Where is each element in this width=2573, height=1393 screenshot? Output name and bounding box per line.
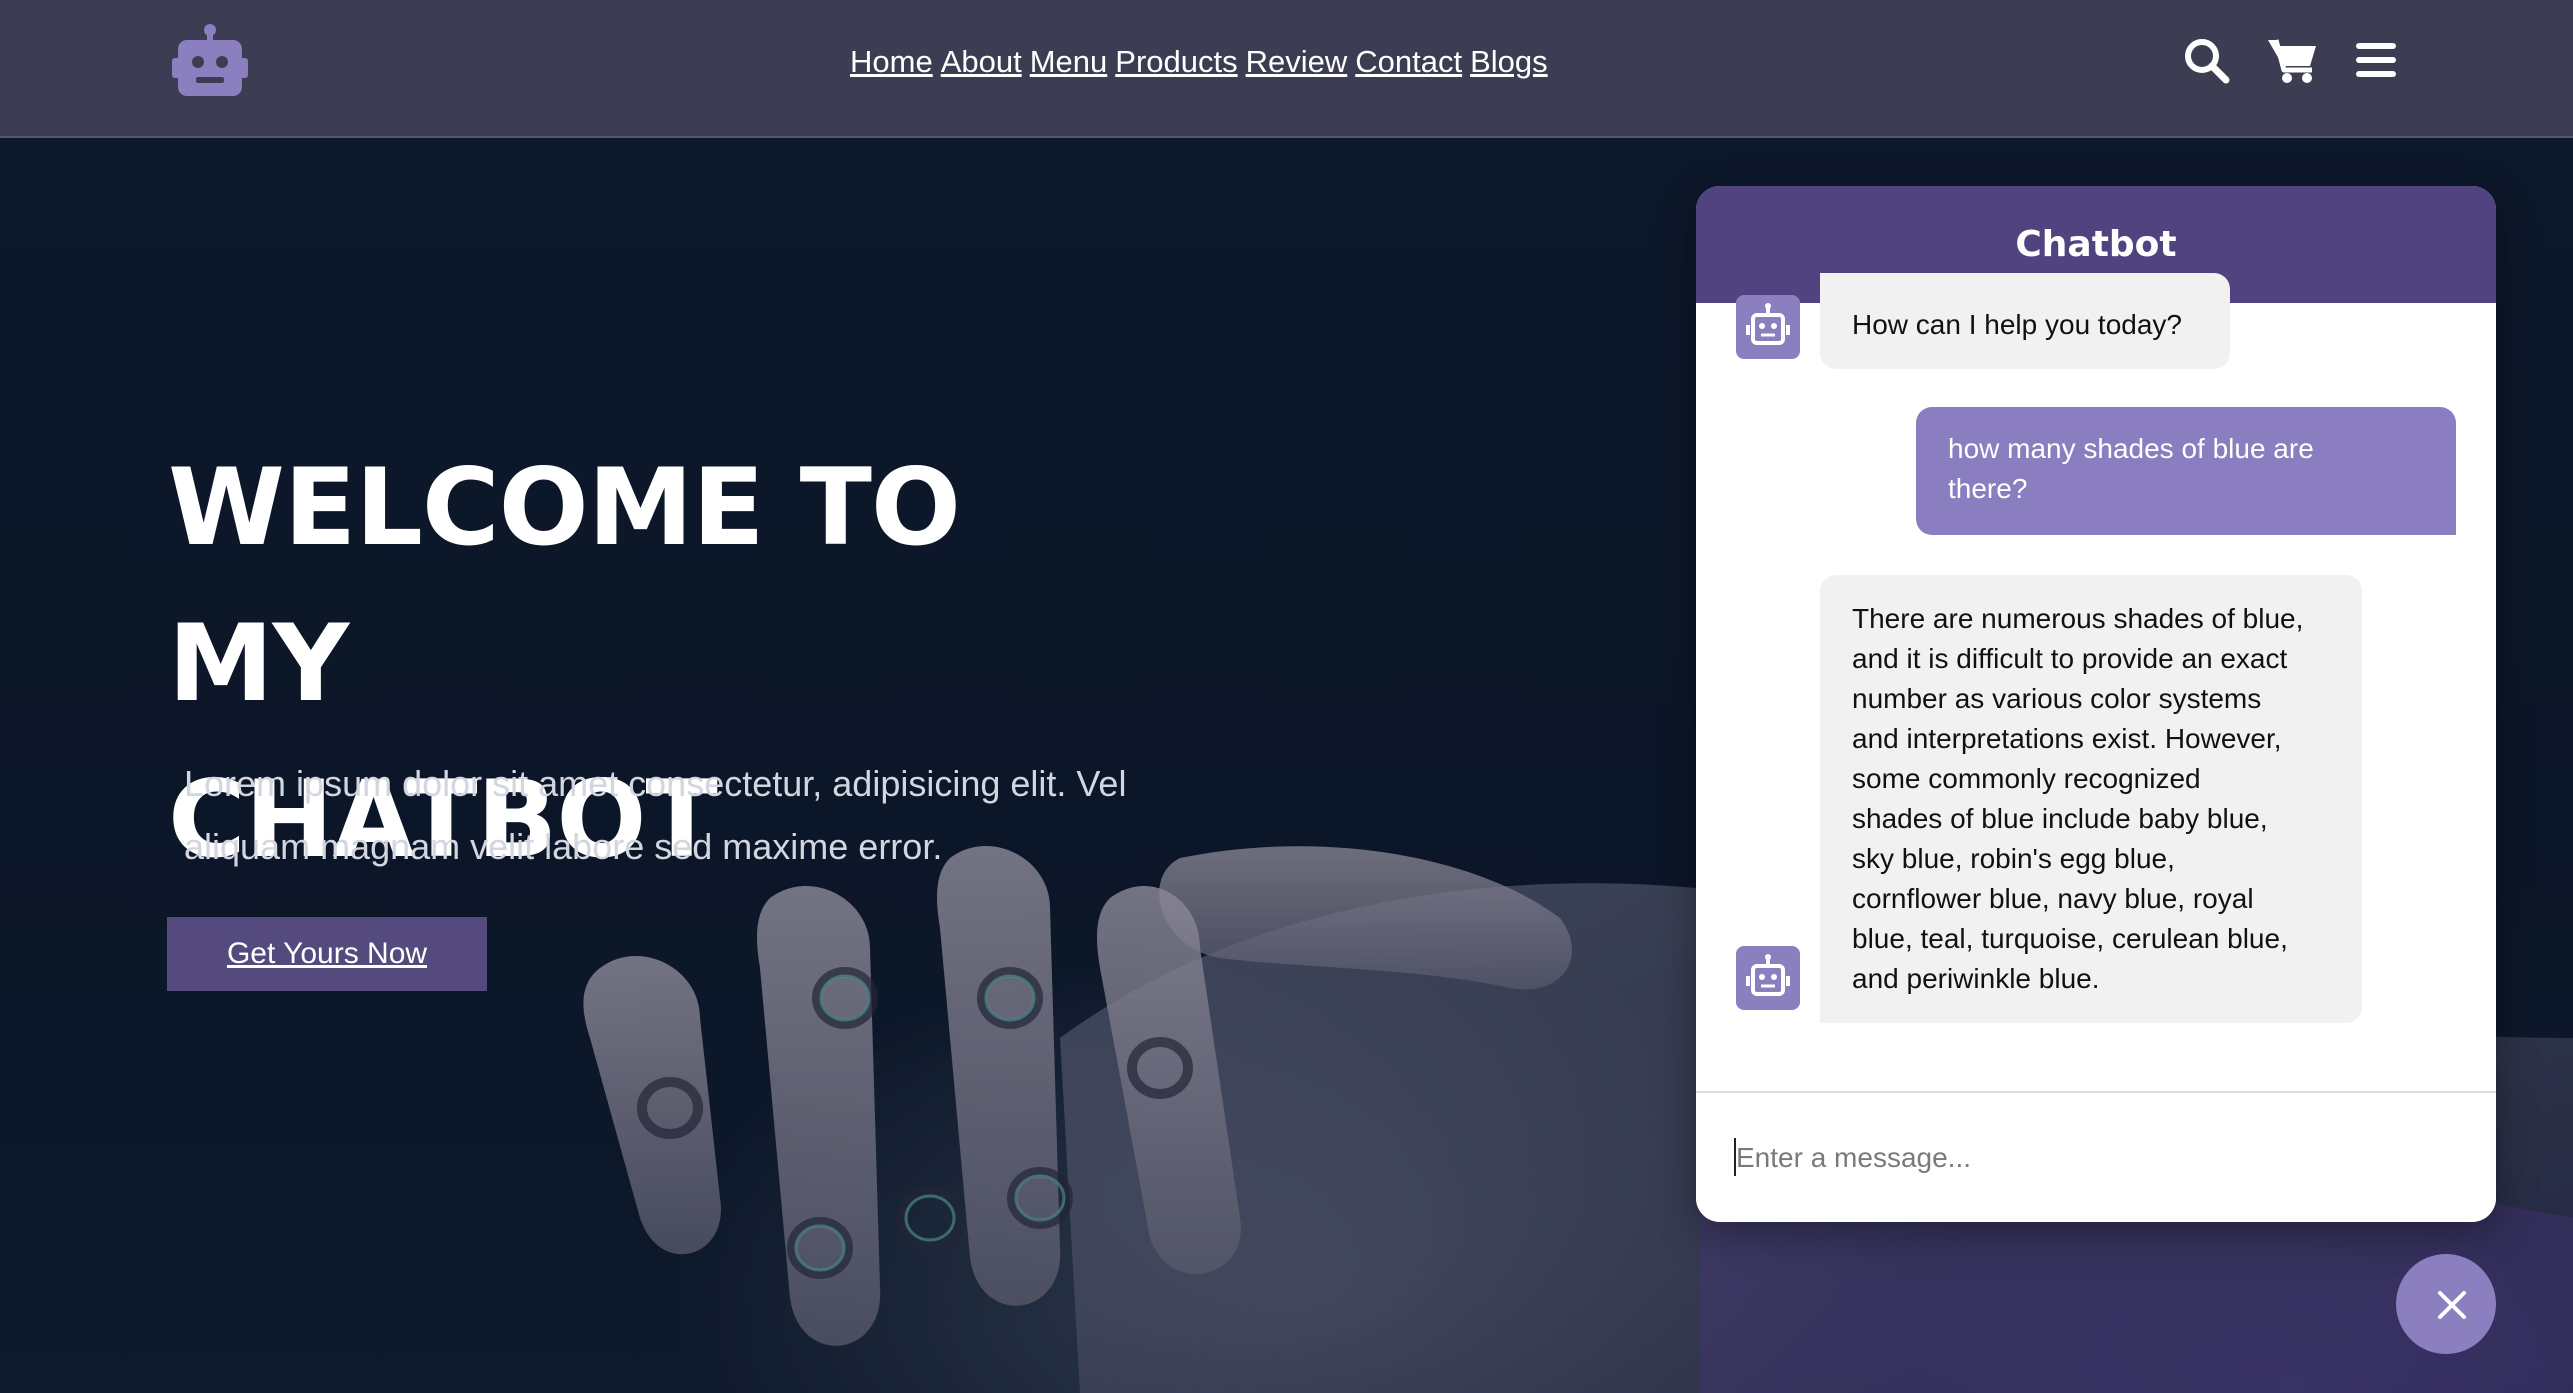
nav-link-blogs[interactable]: Blogs (1470, 44, 1548, 80)
search-icon[interactable] (2182, 36, 2230, 88)
nav-link-products[interactable]: Products (1115, 44, 1237, 80)
close-icon (2438, 1291, 2466, 1319)
menu-icon[interactable] (2356, 42, 2396, 82)
get-yours-now-button[interactable]: Get Yours Now (167, 917, 487, 991)
bot-avatar (1736, 295, 1800, 359)
user-message-line: how many shades of blue are (1948, 433, 2314, 464)
chat-messages[interactable]: How can I help you today? how many shade… (1696, 273, 2496, 1222)
chatbot-window: Chatbot How can I help you today? how ma… (1696, 186, 2496, 1222)
robot-icon[interactable] (172, 22, 248, 98)
main-nav: Home About Menu Products Review Contact … (850, 44, 1548, 80)
bot-avatar (1736, 946, 1800, 1010)
user-message-line: there? (1948, 473, 2028, 504)
bot-message-line: number as various color systems (1852, 683, 2262, 714)
cart-icon[interactable] (2266, 36, 2318, 88)
hero-subtitle: Lorem ipsum dolor sit amet consectetur, … (184, 752, 1244, 878)
close-chat-button[interactable] (2396, 1254, 2496, 1354)
bot-message-line: blue, teal, turquoise, cerulean blue, (1852, 923, 2288, 954)
nav-link-contact[interactable]: Contact (1355, 44, 1462, 80)
bot-message-line: cornflower blue, navy blue, royal (1852, 883, 2254, 914)
robot-icon (1746, 303, 1790, 345)
bot-message-line: There are numerous shades of blue, (1852, 603, 2304, 634)
hero-subtitle-line-1: Lorem ipsum dolor sit amet consectetur, … (184, 763, 1127, 804)
bot-message: There are numerous shades of blue, and i… (1820, 575, 2362, 1023)
robot-icon (1746, 954, 1790, 996)
user-message: how many shades of blue are there? (1916, 407, 2456, 535)
message-input[interactable] (1734, 1129, 2458, 1187)
bot-message-line: and periwinkle blue. (1852, 963, 2100, 994)
text-caret (1734, 1138, 1736, 1176)
bot-message-line: some commonly recognized (1852, 763, 2201, 794)
bot-message-line: shades of blue include baby blue, (1852, 803, 2268, 834)
bot-message-line: and it is difficult to provide an exact (1852, 643, 2288, 674)
nav-link-review[interactable]: Review (1246, 44, 1348, 80)
navbar: Home About Menu Products Review Contact … (0, 0, 2573, 138)
bot-message: How can I help you today? (1820, 273, 2230, 369)
chat-input-area (1696, 1091, 2496, 1222)
bot-message-text: How can I help you today? (1852, 309, 2182, 340)
nav-link-about[interactable]: About (941, 44, 1022, 80)
bot-message-line: sky blue, robin's egg blue, (1852, 843, 2175, 874)
hero-title-line-1: WELCOME TO MY (168, 446, 961, 725)
bot-message-line: and interpretations exist. However, (1852, 723, 2282, 754)
nav-link-menu[interactable]: Menu (1030, 44, 1108, 80)
nav-link-home[interactable]: Home (850, 44, 933, 80)
hero-subtitle-line-2: aliquam magnam velit labore sed maxime e… (184, 826, 943, 867)
